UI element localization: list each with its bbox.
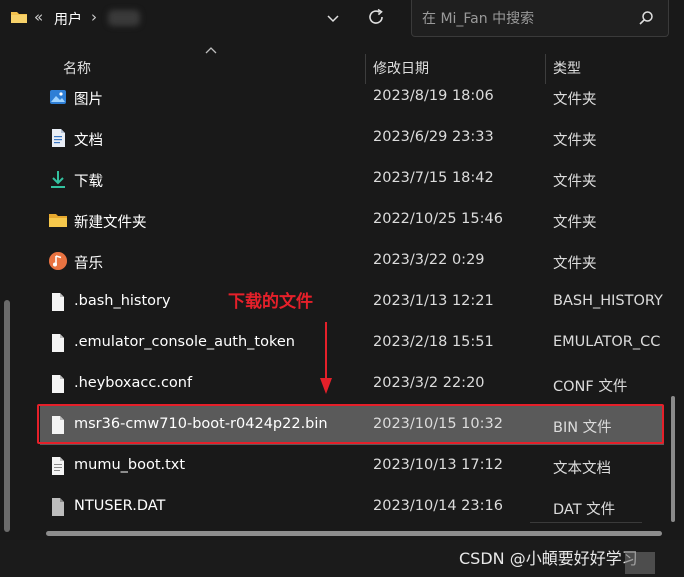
file-type: CONF 文件	[553, 379, 628, 395]
chevron-down-icon[interactable]	[325, 10, 341, 26]
breadcrumb-users[interactable]: 用户	[54, 9, 82, 29]
downloads-folder-icon	[51, 171, 65, 188]
file-date: 2023/10/14 23:16	[373, 498, 503, 514]
file-date: 2023/1/13 12:21	[373, 293, 494, 309]
file-type: 文件夹	[553, 133, 597, 149]
file-date: 2023/3/2 22:20	[373, 375, 485, 391]
file-row[interactable]: 下载 2023/7/15 18:42 文件夹	[40, 159, 664, 199]
folder-icon	[49, 214, 67, 227]
file-row[interactable]: mumu_boot.txt 2023/10/13 17:12 文本文档	[40, 446, 664, 486]
file-name: 下载	[74, 174, 103, 190]
file-icon	[52, 375, 64, 393]
file-row-selected[interactable]: msr36-cmw710-boot-r0424p22.bin 2023/10/1…	[40, 405, 664, 445]
pictures-folder-icon	[50, 90, 66, 104]
sort-ascending-icon	[205, 47, 217, 54]
file-date: 2022/10/25 15:46	[373, 211, 503, 227]
file-name: NTUSER.DAT	[74, 498, 166, 514]
file-icon	[52, 334, 64, 352]
file-row[interactable]: 音乐 2023/3/22 0:29 文件夹	[40, 241, 664, 281]
file-date: 2023/2/18 15:51	[373, 334, 494, 350]
annotation-label: 下载的文件	[228, 292, 313, 312]
watermark-badge	[625, 552, 655, 574]
folder-icon	[11, 12, 27, 23]
file-row[interactable]: .bash_history 2023/1/13 12:21 BASH_HISTO…	[40, 282, 664, 322]
file-row[interactable]: .heyboxacc.conf 2023/3/2 22:20 CONF 文件	[40, 364, 664, 404]
address-bar: « 用户 ›	[0, 0, 684, 42]
file-type: 文件夹	[553, 174, 597, 190]
divider	[530, 522, 642, 523]
file-date: 2023/8/19 18:06	[373, 88, 494, 104]
arrow-down-icon	[320, 322, 332, 394]
file-type: 文件夹	[553, 256, 597, 272]
horizontal-scrollbar[interactable]	[46, 531, 662, 536]
file-row[interactable]: .emulator_console_auth_token 2023/2/18 1…	[40, 323, 664, 363]
blurred-username	[108, 10, 140, 26]
search-input[interactable]	[420, 8, 634, 30]
file-row[interactable]: 新建文件夹 2022/10/25 15:46 文件夹	[40, 200, 664, 240]
file-name: 图片	[74, 92, 103, 108]
watermark: CSDN @小頔要好好学习	[459, 549, 638, 568]
chevron-right-icon[interactable]: ›	[91, 8, 97, 26]
file-name: 音乐	[74, 256, 103, 272]
file-row[interactable]: NTUSER.DAT 2023/10/14 23:16 DAT 文件	[40, 487, 664, 527]
file-name: msr36-cmw710-boot-r0424p22.bin	[74, 416, 328, 432]
file-date: 2023/7/15 18:42	[373, 170, 494, 186]
music-folder-icon	[49, 252, 67, 270]
file-name: .bash_history	[74, 293, 171, 309]
dat-file-icon	[52, 498, 64, 516]
column-header-type[interactable]: 类型	[553, 58, 581, 78]
vertical-scrollbar[interactable]	[671, 396, 675, 522]
documents-folder-icon	[52, 129, 65, 147]
search-box[interactable]	[411, 0, 669, 37]
navigation-pane-scrollbar[interactable]	[4, 300, 10, 532]
file-name: 新建文件夹	[74, 215, 147, 231]
file-name: 文档	[74, 133, 103, 149]
file-date: 2023/6/29 23:33	[373, 129, 494, 145]
file-icon	[52, 416, 64, 434]
file-type: 文件夹	[553, 92, 597, 108]
file-row[interactable]: 图片 2023/8/19 18:06 文件夹	[40, 77, 664, 117]
file-date: 2023/10/15 10:32	[373, 416, 503, 432]
file-type: BIN 文件	[553, 420, 612, 436]
file-name: .heyboxacc.conf	[74, 375, 193, 391]
file-date: 2023/3/22 0:29	[373, 252, 485, 268]
file-row[interactable]: 文档 2023/6/29 23:33 文件夹	[40, 118, 664, 158]
file-type: EMULATOR_CC	[553, 334, 661, 350]
file-date: 2023/10/13 17:12	[373, 457, 503, 473]
file-name: mumu_boot.txt	[74, 457, 186, 473]
column-header-name[interactable]: 名称	[63, 58, 91, 78]
refresh-icon[interactable]	[366, 7, 386, 27]
file-icon	[52, 293, 64, 311]
search-icon[interactable]	[638, 10, 654, 26]
file-type: 文本文档	[553, 461, 611, 477]
text-file-icon	[52, 457, 64, 475]
column-header-date[interactable]: 修改日期	[373, 58, 429, 78]
breadcrumb-overflow-icon[interactable]: «	[34, 8, 43, 26]
file-type: BASH_HISTORY	[553, 293, 663, 309]
file-name: .emulator_console_auth_token	[74, 334, 295, 350]
file-type: DAT 文件	[553, 502, 616, 518]
file-type: 文件夹	[553, 215, 597, 231]
